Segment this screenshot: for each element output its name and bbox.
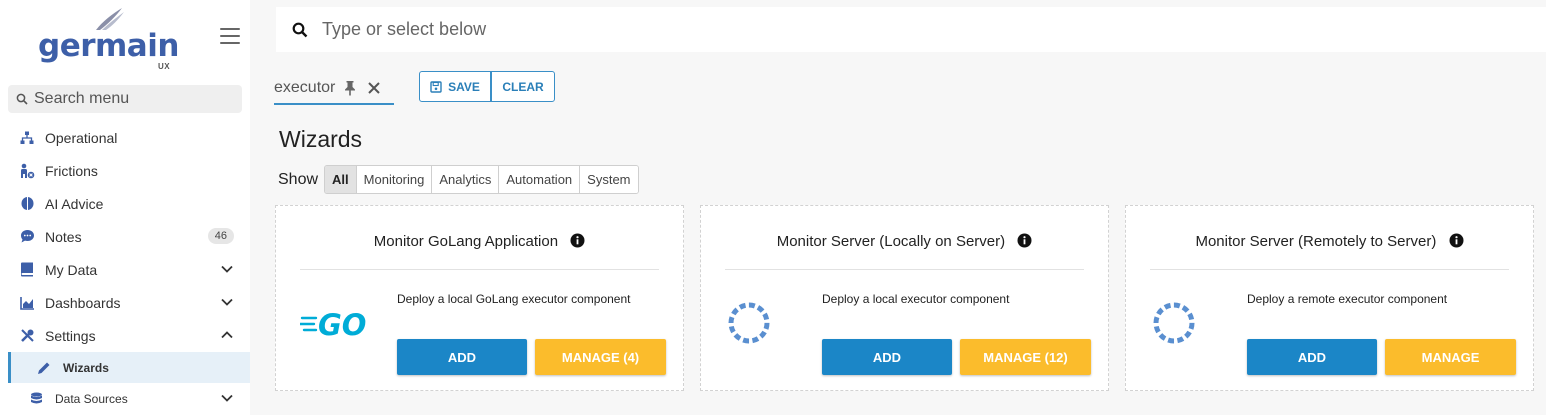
card-description: Deploy a remote executor component bbox=[1247, 292, 1448, 306]
comment-icon bbox=[18, 228, 36, 246]
add-button[interactable]: ADD bbox=[822, 339, 952, 375]
chevron-down-icon[interactable] bbox=[220, 262, 234, 276]
add-button[interactable]: ADD bbox=[397, 339, 527, 375]
wizard-card-server-remote: Monitor Server (Remotely to Server) Depl… bbox=[1125, 205, 1534, 391]
sidebar-item-settings[interactable]: Settings bbox=[0, 319, 250, 352]
tools-icon bbox=[18, 327, 36, 345]
sidebar-item-label: Settings bbox=[45, 327, 96, 344]
card-title-text: Monitor Server (Remotely to Server) bbox=[1195, 233, 1437, 250]
filter-chip-label: executor bbox=[274, 78, 336, 96]
sidebar-item-label: Operational bbox=[45, 129, 118, 146]
manage-button[interactable]: MANAGE (12) bbox=[960, 339, 1091, 375]
search-icon bbox=[16, 93, 28, 105]
filter-all[interactable]: All bbox=[325, 166, 356, 193]
card-title: Monitor GoLang Application bbox=[276, 233, 683, 250]
wizard-card-golang: Monitor GoLang Application GO Deploy a l… bbox=[275, 205, 684, 391]
sidebar: germain UX Operational Frictions AI Advi… bbox=[0, 0, 250, 415]
sidebar-item-label: My Data bbox=[45, 261, 98, 278]
database-icon bbox=[28, 391, 44, 407]
add-button[interactable]: ADD bbox=[1247, 339, 1377, 375]
sidebar-item-label: AI Advice bbox=[45, 195, 104, 212]
logo-wordmark: germain bbox=[38, 28, 179, 64]
hamburger-menu-icon[interactable] bbox=[220, 28, 240, 46]
card-description: Deploy a local executor component bbox=[822, 292, 1010, 306]
sidebar-item-frictions[interactable]: Frictions bbox=[0, 154, 250, 187]
dashed-ring-icon bbox=[1153, 302, 1195, 344]
filter-monitoring[interactable]: Monitoring bbox=[355, 166, 432, 193]
sidebar-item-my-data[interactable]: My Data bbox=[0, 253, 250, 286]
clear-button-label: CLEAR bbox=[502, 79, 544, 94]
brain-icon bbox=[18, 195, 36, 213]
sidebar-nav: Operational Frictions AI Advice Notes 46 bbox=[0, 121, 250, 414]
save-button-label: SAVE bbox=[448, 79, 480, 94]
sidebar-item-label: Frictions bbox=[45, 162, 98, 179]
card-title: Monitor Server (Locally on Server) bbox=[701, 233, 1108, 250]
card-divider bbox=[725, 269, 1084, 270]
chevron-down-icon[interactable] bbox=[220, 295, 234, 309]
chevron-up-icon[interactable] bbox=[220, 328, 234, 342]
wizard-card-server-local: Monitor Server (Locally on Server) Deplo… bbox=[700, 205, 1109, 391]
sidebar-item-ai-advice[interactable]: AI Advice bbox=[0, 187, 250, 220]
show-label: Show bbox=[278, 170, 319, 188]
search-menu-input[interactable] bbox=[34, 90, 224, 108]
manage-button[interactable]: MANAGE bbox=[1385, 339, 1516, 375]
manage-button[interactable]: MANAGE (4) bbox=[535, 339, 666, 375]
category-segmented-control: All Monitoring Analytics Automation Syst… bbox=[324, 165, 639, 194]
filter-automation[interactable]: Automation bbox=[498, 166, 580, 193]
pencil-icon bbox=[36, 360, 52, 376]
info-icon[interactable] bbox=[1017, 233, 1032, 248]
user-warning-icon bbox=[18, 162, 36, 180]
category-filter: Show All Monitoring Analytics Automation… bbox=[278, 165, 639, 194]
area-chart-icon bbox=[18, 294, 36, 312]
dashed-ring-icon bbox=[728, 302, 770, 344]
card-title-text: Monitor GoLang Application bbox=[373, 233, 559, 250]
sidebar-subitem-data-sources[interactable]: Data Sources bbox=[0, 383, 250, 414]
save-icon bbox=[430, 80, 442, 93]
global-search-input[interactable] bbox=[322, 19, 922, 40]
info-icon[interactable] bbox=[570, 233, 585, 248]
sidebar-item-label: Dashboards bbox=[45, 294, 121, 311]
sitemap-icon bbox=[18, 129, 36, 147]
clear-button[interactable]: CLEAR bbox=[491, 71, 555, 102]
info-icon[interactable] bbox=[1449, 233, 1464, 248]
search-icon bbox=[292, 22, 308, 37]
card-divider bbox=[300, 269, 659, 270]
logo-subtext: UX bbox=[158, 62, 171, 71]
golang-logo-icon: GO bbox=[300, 308, 366, 342]
search-filter-chip: executor bbox=[274, 72, 394, 105]
sidebar-subitem-label: Data Sources bbox=[55, 391, 128, 406]
golang-logo-text: GO bbox=[318, 308, 366, 342]
sidebar-item-operational[interactable]: Operational bbox=[0, 121, 250, 154]
filter-analytics[interactable]: Analytics bbox=[431, 166, 499, 193]
sidebar-item-label: Notes bbox=[45, 228, 82, 245]
pin-icon[interactable] bbox=[343, 80, 357, 96]
card-title: Monitor Server (Remotely to Server) bbox=[1126, 233, 1533, 250]
sidebar-subitem-label: Wizards bbox=[63, 360, 109, 375]
card-divider bbox=[1150, 269, 1509, 270]
card-description: Deploy a local GoLang executor component bbox=[397, 292, 631, 306]
book-icon bbox=[18, 261, 36, 279]
close-icon[interactable] bbox=[367, 81, 381, 95]
chevron-down-icon[interactable] bbox=[220, 391, 234, 405]
notes-count-badge: 46 bbox=[207, 228, 234, 244]
sidebar-item-dashboards[interactable]: Dashboards bbox=[0, 286, 250, 319]
sidebar-item-notes[interactable]: Notes 46 bbox=[0, 220, 250, 253]
germain-logo[interactable]: germain UX bbox=[38, 6, 179, 72]
search-menu bbox=[8, 85, 242, 113]
filter-system[interactable]: System bbox=[579, 166, 638, 193]
card-title-text: Monitor Server (Locally on Server) bbox=[776, 233, 1006, 250]
global-search-bar bbox=[276, 7, 1546, 52]
sidebar-subitem-wizards[interactable]: Wizards bbox=[8, 352, 250, 383]
page-title: Wizards bbox=[279, 126, 363, 152]
save-button[interactable]: SAVE bbox=[419, 71, 491, 102]
